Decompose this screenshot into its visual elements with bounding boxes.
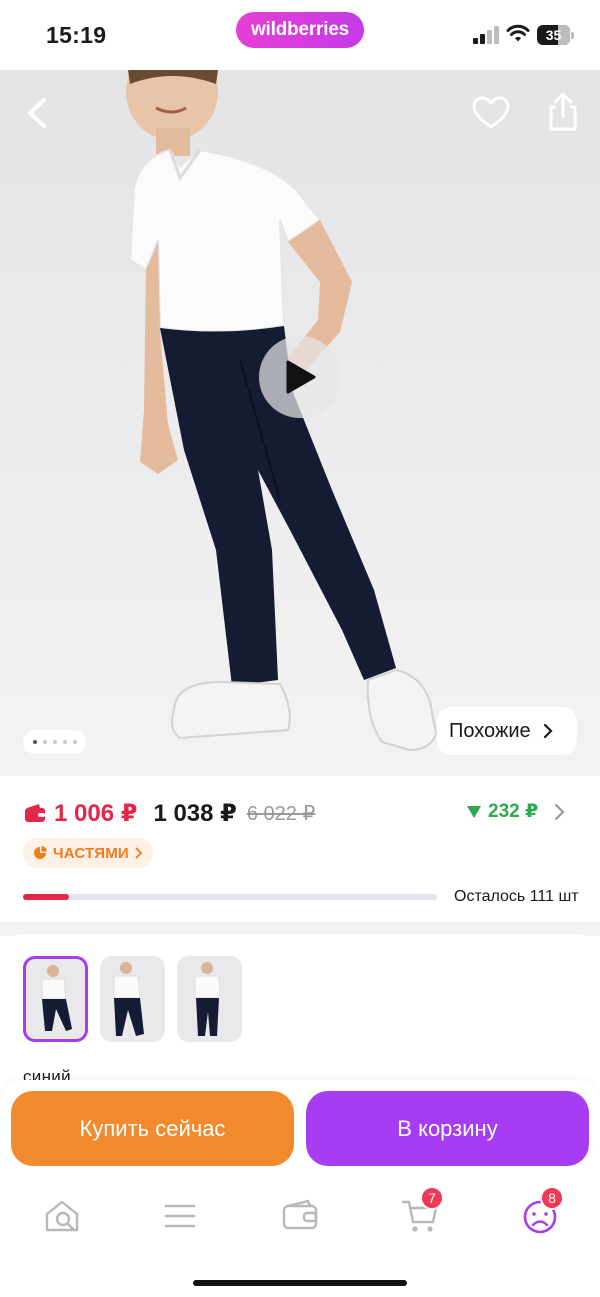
wallet-price: 1 006 ₽ (54, 799, 138, 827)
back-chevron-icon[interactable] (20, 94, 56, 132)
share-icon[interactable] (546, 92, 580, 132)
pie-chart-icon (34, 846, 47, 859)
buy-now-button[interactable]: Купить сейчас (11, 1091, 294, 1166)
old-price: 6 022 ₽ (246, 802, 316, 825)
down-triangle-icon (467, 805, 481, 818)
similar-label: Похожие (449, 719, 531, 742)
pagination-dot (32, 740, 37, 744)
gallery-pagination (23, 730, 86, 754)
play-icon (286, 360, 316, 394)
product-photo (126, 70, 438, 752)
chevron-right-icon (135, 847, 143, 859)
stock-progress-bar (23, 894, 437, 900)
product-gallery[interactable]: Похожие (0, 70, 600, 777)
stock-remaining: Осталось 111 шт (454, 888, 579, 905)
chevron-right-icon[interactable] (554, 802, 566, 822)
installments-badge[interactable]: ЧАСТЯМИ (23, 838, 153, 868)
stock-progress-fill (23, 894, 69, 900)
home-search-icon[interactable] (42, 1196, 82, 1236)
discount-amount[interactable]: 232 ₽ (466, 800, 538, 823)
home-indicator (193, 1280, 407, 1286)
profile-tab[interactable]: 8 (520, 1186, 564, 1236)
wifi-icon (506, 24, 530, 42)
battery-icon: 35 (537, 25, 574, 45)
catalog-menu-icon[interactable] (160, 1196, 200, 1236)
color-thumbnail[interactable] (177, 956, 242, 1042)
thumbnail-image (113, 962, 144, 1036)
color-thumbnail[interactable] (23, 956, 88, 1042)
cart-badge: 7 (420, 1186, 444, 1210)
wallet-icon[interactable] (280, 1196, 320, 1236)
chevron-right-icon (543, 723, 553, 739)
current-price: 1 038 ₽ (153, 799, 237, 827)
profile-badge: 8 (540, 1186, 564, 1210)
pagination-dot (42, 740, 47, 744)
brand-logo[interactable]: wildberries (236, 12, 364, 48)
color-variants-card: синий (0, 934, 600, 1104)
battery-level: 35 (545, 27, 562, 43)
pagination-dot (52, 740, 57, 744)
pagination-dot (62, 740, 67, 744)
wallet-icon (25, 804, 45, 822)
installments-label: ЧАСТЯМИ (53, 844, 129, 862)
action-bar: Купить сейчас В корзину (0, 1080, 600, 1180)
price-card: 1 006 ₽ 1 038 ₽ 6 022 ₽ 232 ₽ ЧАСТЯМИ Ос… (0, 776, 600, 922)
thumbnail-image (41, 965, 72, 1031)
tab-bar: 7 8 (0, 1180, 600, 1297)
thumbnail-image (194, 962, 221, 1036)
play-video-button[interactable] (259, 336, 341, 418)
status-time: 15:19 (46, 22, 107, 48)
add-to-cart-button[interactable]: В корзину (306, 1091, 589, 1166)
signal-icon (473, 26, 499, 44)
discount-value: 232 ₽ (488, 801, 539, 822)
status-bar: 15:19 wildberries 35 (0, 0, 600, 70)
cart-tab[interactable]: 7 (400, 1186, 444, 1236)
pagination-dot (72, 740, 77, 744)
color-thumbnail[interactable] (100, 956, 165, 1042)
similar-products-button[interactable]: Похожие (437, 707, 577, 755)
heart-icon[interactable] (472, 96, 510, 130)
